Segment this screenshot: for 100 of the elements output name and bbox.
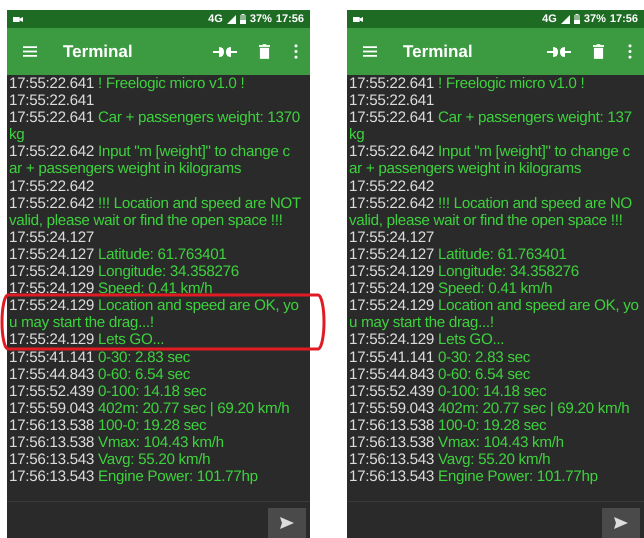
send-icon [280,517,294,529]
timestamp: 17:55:41.141 [9,348,94,366]
log-message: 0-30: 2.83 sec [98,348,190,366]
log-message: Input "m [weight]" to change c [98,143,290,160]
log-message: 0-30: 2.83 sec [438,348,530,366]
log-message: 0-100: 14.18 sec [98,382,206,400]
log-message: Vavg: 55.20 km/h [98,451,210,468]
log-message: Engine Power: 101.77hp [438,468,598,486]
send-button[interactable] [268,508,306,538]
timestamp: 17:55:22.641 [9,75,94,92]
log-message: Vmax: 104.43 km/h [98,434,224,451]
trash-icon[interactable] [259,44,270,59]
timestamp: 17:55:24.129 [9,331,94,348]
timestamp: 17:55:22.642 [9,143,94,160]
log-message: ar + passengers weight in kilograms [9,160,242,178]
timestamp: 17:55:59.043 [9,400,94,417]
send-icon [614,517,628,529]
log-message: valid, please wait or find the open space !!! [9,212,283,229]
timestamp: 17:55:22.641 [9,92,94,110]
timestamp: 17:55:24.127 [9,228,94,246]
signal-icon [560,14,570,24]
timestamp: 17:55:41.141 [349,348,434,366]
timestamp: 17:56:13.543 [9,451,94,468]
timestamp: 17:55:22.642 [9,178,94,195]
log-message: !!! Location and speed are NOT [98,194,301,212]
clock-time: 17:56 [610,13,638,25]
battery-icon [574,14,580,24]
log-message: u may start the drag...! [9,314,154,332]
log-message: Car + passengers weight: 1370 [98,109,300,126]
log-message: 402m: 20.77 sec | 69.20 km/h [98,400,290,417]
timestamp: 17:56:13.538 [9,434,94,451]
timestamp: 17:56:13.543 [9,468,94,486]
more-options-icon[interactable] [294,44,298,59]
timestamp: 17:55:44.843 [349,366,434,383]
log-message: !!! Location and speed are NO [438,194,632,212]
log-message: ! Freelogic micro v1.0 ! [98,75,244,92]
timestamp: 17:55:24.127 [349,228,434,246]
timestamp: 17:55:44.843 [9,366,94,383]
log-message: 100-0: 19.28 sec [98,416,206,434]
timestamp: 17:55:22.641 [349,92,434,110]
log-message: Speed: 0.41 km/h [438,280,552,298]
log-message: Lets GO... [98,331,164,348]
video-camera-icon [353,16,363,22]
log-message: 0-60: 6.54 sec [98,366,190,383]
battery-icon [240,14,246,24]
log-message: ! Freelogic micro v1.0 ! [438,75,584,92]
log-message: Input "m [weight]" to change c [438,143,630,160]
timestamp: 17:56:13.543 [349,451,434,468]
timestamp: 17:56:13.538 [349,434,434,451]
log-message: Car + passengers weight: 137 [438,109,632,126]
log-message: Location and speed are OK, yo [98,297,299,314]
video-camera-icon [13,16,23,22]
network-type: 4G [208,13,223,25]
timestamp: 17:55:59.043 [349,400,434,417]
log-message: Location and speed are OK, yo [438,297,639,314]
timestamp: 17:55:22.642 [349,194,434,212]
timestamp: 17:55:24.127 [9,246,94,263]
connector-icon[interactable] [547,46,571,58]
trash-icon[interactable] [593,44,604,59]
timestamp: 17:56:13.538 [9,416,94,434]
log-message: kg [349,126,364,144]
timestamp: 17:55:22.642 [349,178,434,195]
timestamp: 17:56:13.538 [349,416,434,434]
log-message: Engine Power: 101.77hp [98,468,258,486]
menu-icon[interactable] [363,46,377,57]
log-message: Lets GO... [438,331,504,348]
timestamp: 17:56:13.543 [349,468,434,486]
timestamp: 17:55:52.439 [9,382,94,400]
timestamp: 17:55:24.129 [349,280,434,298]
timestamp: 17:55:22.641 [349,75,434,92]
log-message: Vavg: 55.20 km/h [438,451,550,468]
log-message: Latitude: 61.763401 [438,246,567,263]
more-options-icon[interactable] [628,44,632,59]
log-message: u may start the drag...! [349,314,494,332]
battery-level: 37% [584,13,606,25]
clock-time: 17:56 [276,13,304,25]
log-message: 0-100: 14.18 sec [438,382,546,400]
log-message: 100-0: 19.28 sec [438,416,546,434]
timestamp: 17:55:24.129 [9,263,94,280]
timestamp: 17:55:24.129 [349,297,434,314]
log-message: Longitude: 34.358276 [438,263,579,280]
timestamp: 17:55:22.642 [349,143,434,160]
network-type: 4G [542,13,557,25]
app-title: Terminal [403,42,473,62]
timestamp: 17:55:24.129 [9,297,94,314]
log-message: kg [9,126,24,144]
log-message: Speed: 0.41 km/h [98,280,212,298]
timestamp: 17:55:24.127 [349,246,434,263]
log-message: 402m: 20.77 sec | 69.20 km/h [438,400,630,417]
timestamp: 17:55:52.439 [349,382,434,400]
log-message: Latitude: 61.763401 [98,246,227,263]
signal-icon [226,14,236,24]
battery-level: 37% [250,13,272,25]
send-button[interactable] [602,508,640,538]
timestamp: 17:55:24.129 [9,280,94,298]
menu-icon[interactable] [23,46,37,57]
log-message: 0-60: 6.54 sec [438,366,530,383]
connector-icon[interactable] [213,46,237,58]
timestamp: 17:55:22.641 [349,109,434,126]
log-message: Vmax: 104.43 km/h [438,434,564,451]
